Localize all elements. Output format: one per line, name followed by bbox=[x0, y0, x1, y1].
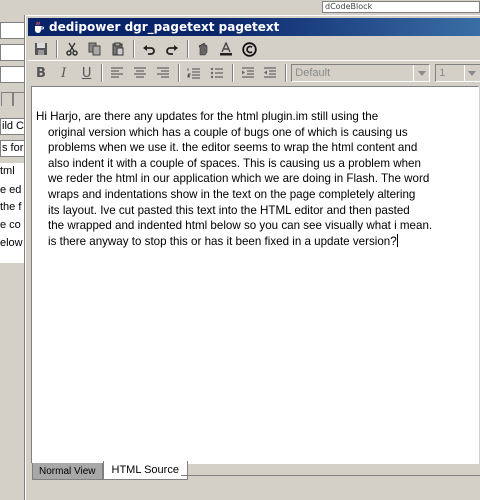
font-select-value: Default bbox=[295, 67, 331, 79]
background-input-3[interactable] bbox=[0, 66, 26, 83]
underline-icon: U bbox=[81, 65, 92, 81]
editor-content[interactable]: Hi Harjo, are there any updates for the … bbox=[36, 109, 476, 249]
toolbar-separator bbox=[231, 64, 234, 82]
bold-icon: B bbox=[35, 65, 46, 81]
background-text-line: e co bbox=[0, 219, 21, 231]
italic-icon: I bbox=[61, 65, 67, 81]
align-center-icon bbox=[134, 67, 147, 78]
background-field[interactable]: dCodeBlock bbox=[322, 1, 480, 13]
bullet-list-button[interactable] bbox=[206, 63, 228, 83]
tab-baseline bbox=[181, 475, 480, 476]
copy-button[interactable] bbox=[84, 39, 106, 59]
numbered-list-button[interactable] bbox=[183, 63, 205, 83]
save-icon bbox=[35, 43, 47, 55]
indent-icon bbox=[241, 67, 254, 78]
java-cup-icon bbox=[31, 20, 45, 34]
text-caret bbox=[396, 233, 398, 247]
window-title: dedipower dgr_pagetext pagetext bbox=[49, 20, 280, 34]
editor-line: wraps and indentations show in the text … bbox=[48, 187, 416, 201]
editor-line: problems when we use it. the editor seem… bbox=[48, 141, 418, 155]
bold-button[interactable]: B bbox=[30, 63, 52, 83]
editor-line: we reder the html in our application whi… bbox=[48, 172, 430, 186]
outdent-button[interactable] bbox=[259, 63, 281, 83]
align-left-button[interactable] bbox=[106, 63, 128, 83]
editor-line: Hi Harjo, are there any updates for the … bbox=[36, 110, 379, 123]
background-label-field-1: ild C bbox=[0, 118, 26, 135]
html-editor[interactable]: Hi Harjo, are there any updates for the … bbox=[31, 86, 479, 464]
cut-icon bbox=[66, 42, 78, 56]
background-input-1[interactable] bbox=[0, 22, 26, 39]
background-tab-2[interactable] bbox=[13, 92, 25, 106]
save-button[interactable] bbox=[30, 39, 52, 59]
editor-line: is there anyway to stop this or has it b… bbox=[48, 234, 397, 248]
text-color-icon bbox=[220, 42, 232, 56]
bullet-list-icon bbox=[210, 67, 223, 79]
view-tabs: Normal View HTML Source bbox=[32, 460, 188, 480]
align-right-icon bbox=[157, 67, 170, 78]
background-tab-1[interactable] bbox=[1, 92, 13, 106]
underline-button[interactable]: U bbox=[76, 63, 98, 83]
redo-button[interactable] bbox=[161, 39, 183, 59]
align-left-icon bbox=[111, 67, 124, 78]
background-text-line: e ed bbox=[0, 184, 22, 196]
toolbar-separator bbox=[133, 40, 135, 58]
background-text-line: the f bbox=[0, 201, 22, 213]
background-label-field-2: s for bbox=[0, 140, 26, 157]
font-select[interactable]: Default bbox=[291, 64, 431, 82]
chevron-down-icon[interactable] bbox=[413, 65, 429, 81]
copyright-icon bbox=[241, 41, 257, 57]
background-text-line: elow bbox=[0, 237, 23, 249]
size-select-value: 1 bbox=[439, 67, 446, 79]
indent-button[interactable] bbox=[237, 63, 259, 83]
size-select[interactable]: 1 bbox=[435, 64, 480, 82]
text-color-button[interactable] bbox=[215, 39, 237, 59]
tab-normal-view[interactable]: Normal View bbox=[32, 463, 103, 480]
background-text-line: tml bbox=[0, 165, 15, 177]
toolbar-separator bbox=[285, 64, 288, 82]
editor-line: original version which has a couple of b… bbox=[48, 125, 408, 139]
main-toolbar bbox=[28, 38, 480, 61]
copyright-button[interactable] bbox=[238, 39, 260, 59]
format-toolbar: B I U Default 1 bbox=[28, 62, 480, 84]
toolbar-separator bbox=[56, 40, 58, 58]
undo-icon bbox=[143, 45, 155, 55]
italic-button[interactable]: I bbox=[53, 63, 75, 83]
align-center-button[interactable] bbox=[129, 63, 151, 83]
cut-button[interactable] bbox=[61, 39, 83, 59]
copy-icon bbox=[88, 42, 101, 56]
chevron-down-icon[interactable] bbox=[463, 65, 480, 81]
editor-line: also indent it with a couple of spaces. … bbox=[48, 156, 421, 170]
redo-icon bbox=[166, 45, 178, 55]
undo-button[interactable] bbox=[138, 39, 160, 59]
editor-line: its layout. Ive cut pasted this text int… bbox=[48, 203, 410, 217]
editor-line: the wrapped and indented html below so y… bbox=[48, 219, 433, 233]
paste-button[interactable] bbox=[107, 39, 129, 59]
toolbar-separator bbox=[187, 40, 189, 58]
tab-html-source[interactable]: HTML Source bbox=[102, 461, 188, 480]
editor-line-last: is there anyway to stop this or has it b… bbox=[36, 233, 476, 250]
title-bar[interactable]: dedipower dgr_pagetext pagetext bbox=[28, 18, 480, 36]
paste-icon bbox=[112, 42, 124, 56]
toolbar-separator bbox=[177, 64, 180, 82]
hand-icon bbox=[198, 42, 208, 56]
background-text: tml e ed the f e co elow bbox=[0, 163, 26, 263]
editor-window: dedipower dgr_pagetext pagetext B I U De… bbox=[25, 15, 480, 500]
toolbar-separator bbox=[101, 64, 104, 82]
hand-button[interactable] bbox=[192, 39, 214, 59]
background-input-2[interactable] bbox=[0, 44, 26, 61]
align-right-button[interactable] bbox=[152, 63, 174, 83]
outdent-icon bbox=[264, 67, 277, 78]
numbered-list-icon bbox=[187, 68, 200, 79]
